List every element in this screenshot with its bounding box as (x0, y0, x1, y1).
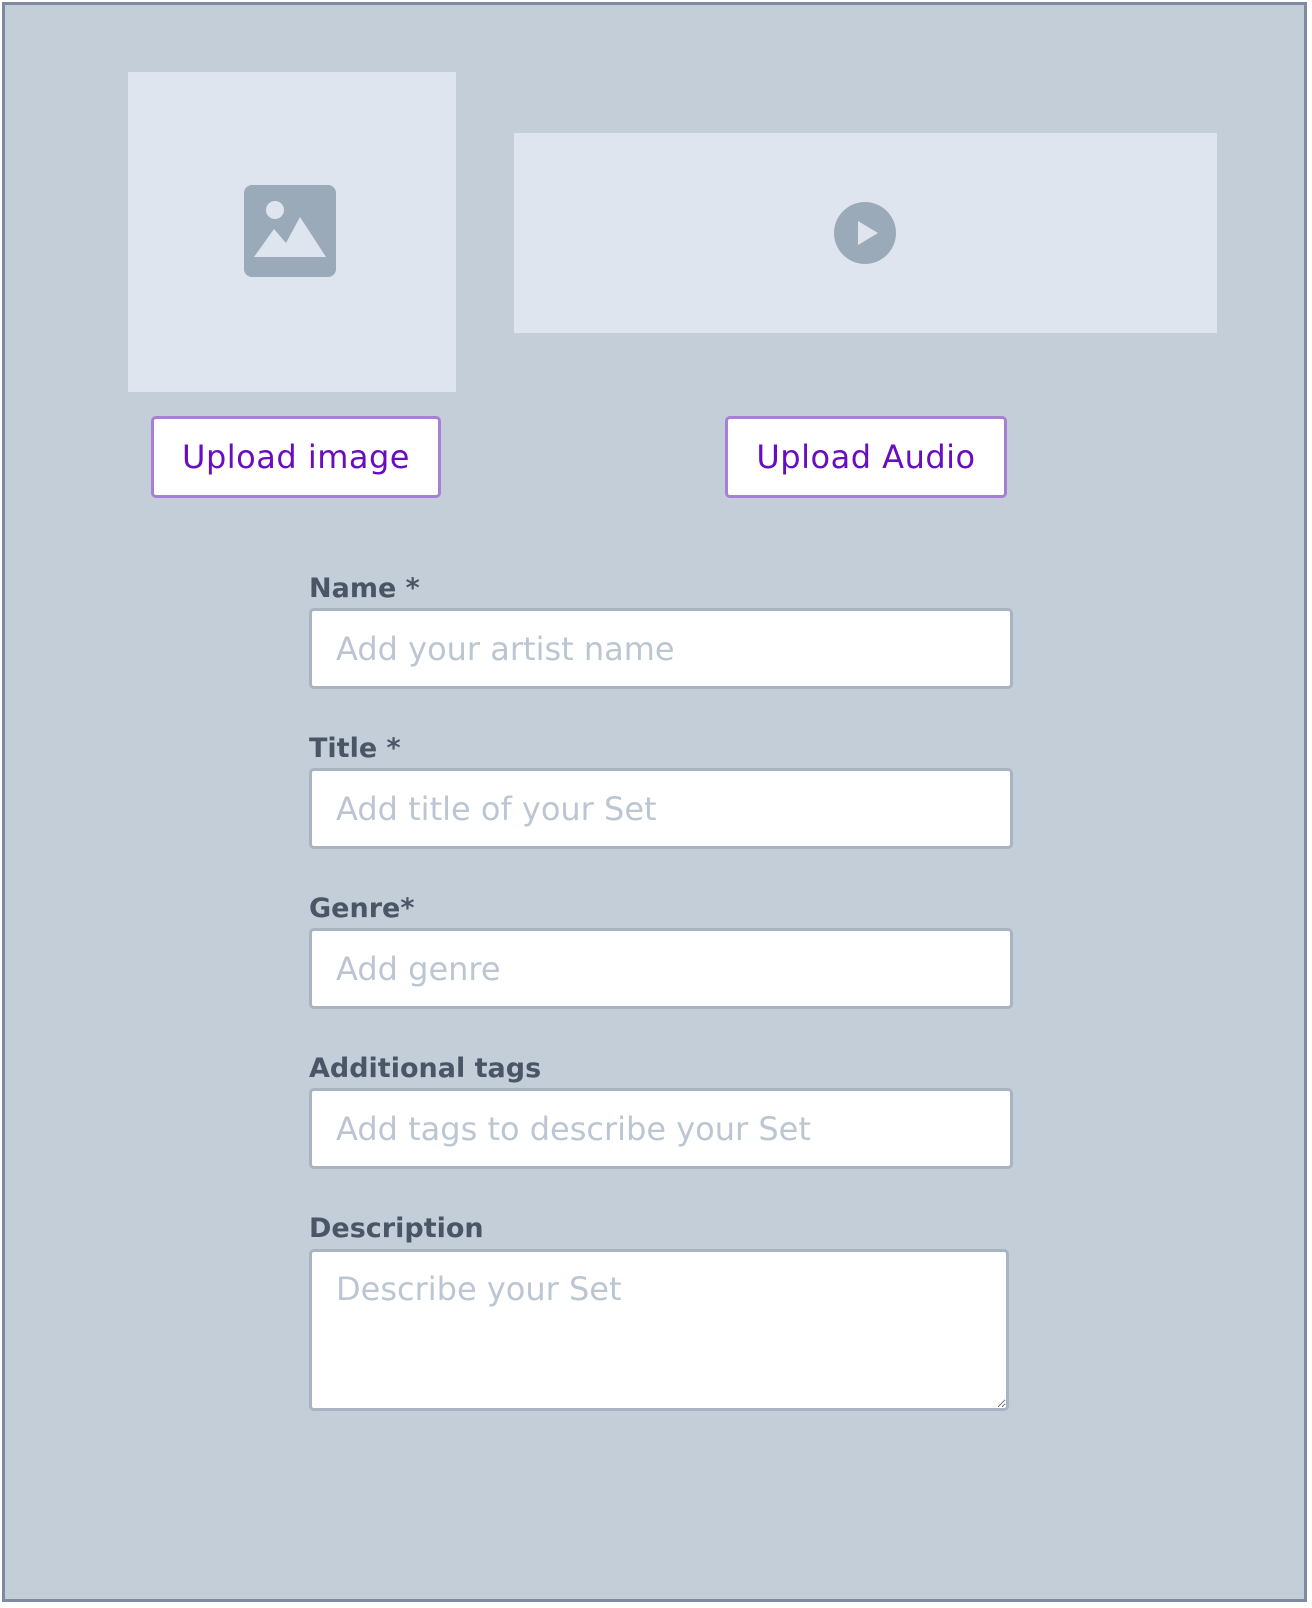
title-input[interactable] (309, 768, 1013, 849)
upload-set-panel: Upload image Upload Audio Name * Title *… (2, 2, 1307, 1602)
genre-label: Genre* (309, 893, 415, 924)
tags-label: Additional tags (309, 1053, 542, 1084)
title-label: Title * (309, 733, 401, 764)
name-label: Name * (309, 573, 420, 604)
tags-input[interactable] (309, 1088, 1013, 1169)
audio-preview (514, 133, 1217, 333)
image-preview (128, 72, 456, 392)
name-input[interactable] (309, 608, 1013, 689)
description-textarea[interactable] (309, 1249, 1009, 1411)
upload-image-button[interactable]: Upload image (151, 416, 441, 498)
image-icon (244, 185, 336, 277)
upload-audio-button[interactable]: Upload Audio (725, 416, 1007, 498)
play-icon[interactable] (834, 202, 896, 264)
genre-input[interactable] (309, 928, 1013, 1009)
description-label: Description (309, 1213, 484, 1244)
